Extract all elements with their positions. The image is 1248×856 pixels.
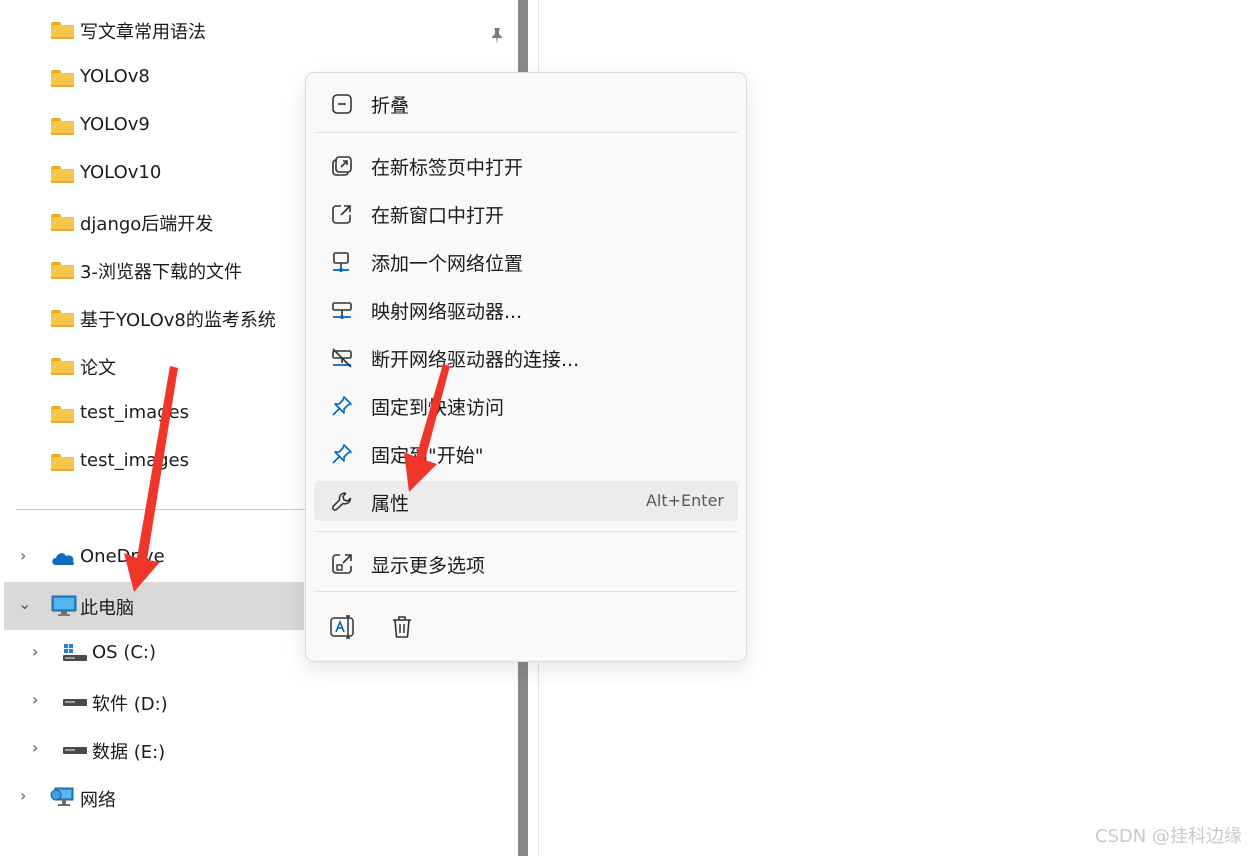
wrench-icon <box>331 492 352 511</box>
nav-folder-label: YOLOv9 <box>80 114 150 135</box>
chevron-right-icon[interactable]: › <box>20 546 26 565</box>
folder-icon <box>51 454 74 471</box>
menu-item-label: 添加一个网络位置 <box>371 253 524 275</box>
menu-item-pin-quick-access[interactable]: 固定到快速访问 <box>314 385 738 425</box>
chevron-right-icon[interactable]: › <box>32 642 38 661</box>
nav-folder-label: 基于YOLOv8的监考系统 <box>80 310 276 331</box>
folder-icon <box>51 358 74 375</box>
menu-item-label: 显示更多选项 <box>371 555 486 577</box>
folder-icon <box>51 118 74 135</box>
nav-folder-label: YOLOv10 <box>80 162 162 183</box>
nav-item-label: 软件 (D:) <box>92 694 168 715</box>
hard-drive-icon <box>63 699 87 706</box>
nav-item-label: 此电脑 <box>80 598 134 619</box>
menu-item-open-new-tab[interactable]: 在新标签页中打开 <box>314 145 738 185</box>
menu-item-label: 映射网络驱动器... <box>371 301 523 323</box>
nav-item-label: OS (C:) <box>92 642 156 663</box>
menu-separator <box>314 132 738 133</box>
nav-folder-label: test_images <box>80 450 190 471</box>
menu-item-show-more-options[interactable]: 显示更多选项 <box>314 543 738 583</box>
menu-item-label: 断开网络驱动器的连接... <box>371 349 580 371</box>
network-icon <box>50 787 74 806</box>
folder-icon <box>51 262 74 279</box>
onedrive-cloud-icon <box>52 553 75 565</box>
folder-icon <box>51 22 74 39</box>
menu-item-label: 固定到"开始" <box>371 445 484 467</box>
folder-icon <box>51 70 74 87</box>
menu-item-label: 折叠 <box>371 95 410 117</box>
menu-item-map-network-drive[interactable]: 映射网络驱动器... <box>314 289 738 329</box>
computer-monitor-icon <box>51 595 77 616</box>
show-more-options-icon <box>332 554 352 574</box>
menu-item-open-new-window[interactable]: 在新窗口中打开 <box>314 193 738 233</box>
windows-drive-icon <box>63 644 87 661</box>
menu-item-label: 在新标签页中打开 <box>371 157 524 179</box>
nav-item-label: 数据 (E:) <box>92 742 166 763</box>
folder-icon <box>51 310 74 327</box>
open-new-window-icon <box>332 205 351 224</box>
open-new-tab-icon <box>332 156 352 176</box>
nav-item-this-pc[interactable]: ⌄ 此电脑 <box>4 582 304 630</box>
nav-folder-label: YOLOv8 <box>80 66 150 87</box>
menu-item-properties[interactable]: 属性 Alt+Enter <box>314 481 738 521</box>
watermark: CSDN @挂科边缘 <box>1094 826 1242 847</box>
menu-item-label: 属性 <box>371 493 410 515</box>
menu-item-label: 固定到快速访问 <box>371 397 505 419</box>
disconnect-network-drive-icon <box>332 348 352 368</box>
menu-separator <box>314 591 738 592</box>
nav-folder-label: django后端开发 <box>80 214 214 235</box>
nav-item-drive-e[interactable]: › 数据 (E:) <box>0 726 512 774</box>
rename-icon[interactable] <box>328 613 356 641</box>
chevron-right-icon[interactable]: › <box>32 738 38 757</box>
nav-item-label: 网络 <box>80 790 116 811</box>
hard-drive-icon <box>63 747 87 754</box>
folder-icon <box>51 166 74 183</box>
nav-item-label: OneDrive <box>80 546 165 567</box>
nav-folder-label: test_images <box>80 402 190 423</box>
network-location-icon <box>333 252 349 272</box>
nav-folder-label: 论文 <box>80 358 116 379</box>
chevron-down-icon[interactable]: ⌄ <box>18 594 31 613</box>
context-menu: 折叠 在新标签页中打开 在新窗口中打开 添加一个网络位置 映射网络驱动器... … <box>305 72 747 662</box>
folder-icon <box>51 214 74 231</box>
nav-folder-label: 3-浏览器下载的文件 <box>80 262 242 283</box>
collapse-icon <box>332 94 352 114</box>
pin-icon <box>332 444 352 464</box>
folder-icon <box>51 406 74 423</box>
chevron-right-icon[interactable]: › <box>32 690 38 709</box>
delete-trash-icon[interactable] <box>388 613 416 641</box>
menu-separator <box>314 531 738 532</box>
map-network-drive-icon <box>332 302 352 319</box>
nav-folder-item[interactable]: 写文章常用语法 <box>0 6 512 54</box>
pin-icon[interactable] <box>487 26 507 46</box>
keyboard-shortcut: Alt+Enter <box>645 491 724 510</box>
menu-item-disconnect-network-drive[interactable]: 断开网络驱动器的连接... <box>314 337 738 377</box>
pin-icon <box>332 396 352 416</box>
nav-item-drive-d[interactable]: › 软件 (D:) <box>0 678 512 726</box>
menu-item-label: 在新窗口中打开 <box>371 205 505 227</box>
nav-item-network[interactable]: › 网络 <box>0 774 512 822</box>
chevron-right-icon[interactable]: › <box>20 786 26 805</box>
menu-item-pin-start[interactable]: 固定到"开始" <box>314 433 738 473</box>
nav-folder-label: 写文章常用语法 <box>80 22 206 43</box>
menu-item-collapse[interactable]: 折叠 <box>314 83 738 123</box>
menu-item-add-network-location[interactable]: 添加一个网络位置 <box>314 241 738 281</box>
